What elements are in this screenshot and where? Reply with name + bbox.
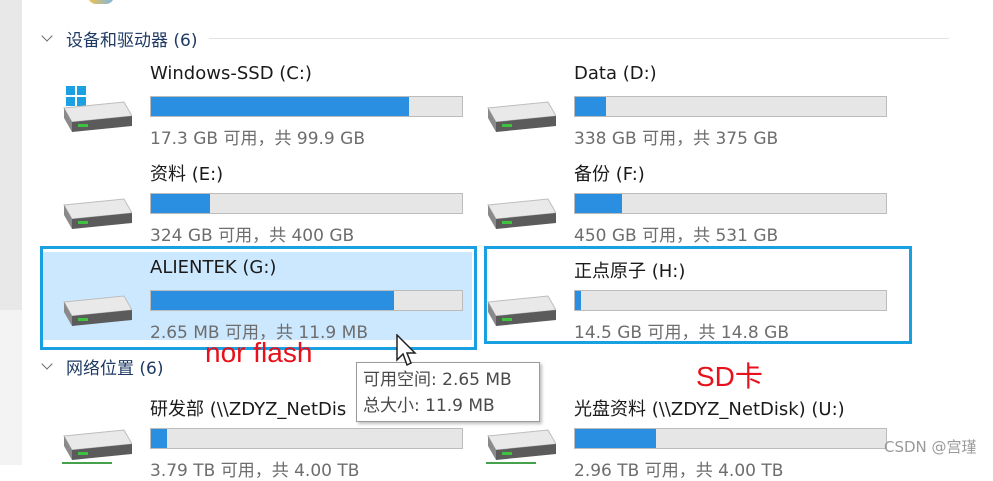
drive-name: 光盘资料 (\\ZDYZ_NetDisk) (U:) bbox=[574, 399, 845, 420]
network-drive-icon bbox=[486, 429, 556, 464]
folder-icon bbox=[88, 0, 114, 4]
drive-tile-e[interactable]: 资料 (E:) 324 GB 可用，共 400 GB bbox=[42, 155, 472, 246]
chevron-down-icon[interactable] bbox=[40, 31, 56, 47]
drive-tile-f[interactable]: 备份 (F:) 450 GB 可用，共 531 GB bbox=[466, 155, 896, 246]
tooltip-total-size: 总大小: 11.9 MB bbox=[363, 396, 495, 416]
drive-usage-bar bbox=[150, 428, 463, 449]
chevron-down-icon[interactable] bbox=[40, 359, 56, 375]
drive-usage-fill bbox=[151, 429, 167, 448]
drive-space-info: 3.79 TB 可用，共 4.00 TB bbox=[150, 461, 360, 481]
drive-name: Windows-SSD (C:) bbox=[150, 63, 312, 84]
network-drive-icon bbox=[62, 429, 132, 464]
network-group-header[interactable]: 网络位置 (6) bbox=[40, 354, 163, 379]
drive-usage-fill bbox=[151, 97, 410, 116]
hard-drive-icon bbox=[487, 198, 556, 229]
group-divider bbox=[209, 38, 950, 39]
drive-usage-bar bbox=[574, 428, 887, 449]
drive-usage-bar bbox=[574, 193, 887, 214]
drive-tile-c[interactable]: Windows-SSD (C:) 17.3 GB 可用，共 99.9 GB bbox=[42, 58, 472, 149]
drive-usage-fill bbox=[151, 194, 211, 213]
drive-space-info: 338 GB 可用，共 375 GB bbox=[574, 129, 779, 149]
hard-drive-icon bbox=[487, 101, 556, 132]
watermark: CSDN @宫瑾 bbox=[884, 438, 977, 456]
drive-space-info: 17.3 GB 可用，共 99.9 GB bbox=[150, 129, 365, 149]
drive-name: 备份 (F:) bbox=[574, 164, 645, 185]
drive-name: 资料 (E:) bbox=[150, 164, 224, 185]
tooltip-free-space: 可用空间: 2.65 MB bbox=[363, 370, 512, 390]
drive-usage-fill bbox=[575, 97, 607, 116]
windows-drive-icon bbox=[63, 86, 132, 132]
annotation-sd-card: SD卡 bbox=[696, 361, 763, 392]
drive-name: 研发部 (\\ZDYZ_NetDis bbox=[150, 399, 347, 420]
drive-name: Data (D:) bbox=[574, 63, 657, 84]
devices-group-label: 设备和驱动器 (6) bbox=[66, 31, 198, 51]
drive-tooltip: 可用空间: 2.65 MB 总大小: 11.9 MB bbox=[356, 362, 540, 422]
network-group-label: 网络位置 (6) bbox=[66, 359, 164, 379]
drive-space-info: 324 GB 可用，共 400 GB bbox=[150, 226, 355, 246]
hard-drive-icon bbox=[63, 198, 132, 229]
left-pane-background bbox=[0, 310, 22, 465]
drive-usage-bar bbox=[574, 96, 887, 117]
annotation-nor-flash: nor flash bbox=[205, 337, 313, 368]
drive-space-info: 2.96 TB 可用，共 4.00 TB bbox=[574, 461, 784, 481]
drive-usage-bar bbox=[150, 96, 463, 117]
drive-space-info: 450 GB 可用，共 531 GB bbox=[574, 226, 779, 246]
left-scrollbar[interactable] bbox=[0, 0, 22, 310]
highlight-box-sd-card bbox=[484, 246, 912, 344]
devices-group-header[interactable]: 设备和驱动器 (6) bbox=[40, 26, 950, 51]
drive-usage-fill bbox=[575, 194, 622, 213]
drive-usage-bar bbox=[150, 193, 463, 214]
drive-usage-fill bbox=[575, 429, 656, 448]
mouse-cursor-icon bbox=[396, 334, 417, 367]
drive-tile-d[interactable]: Data (D:) 338 GB 可用，共 375 GB bbox=[466, 58, 896, 149]
